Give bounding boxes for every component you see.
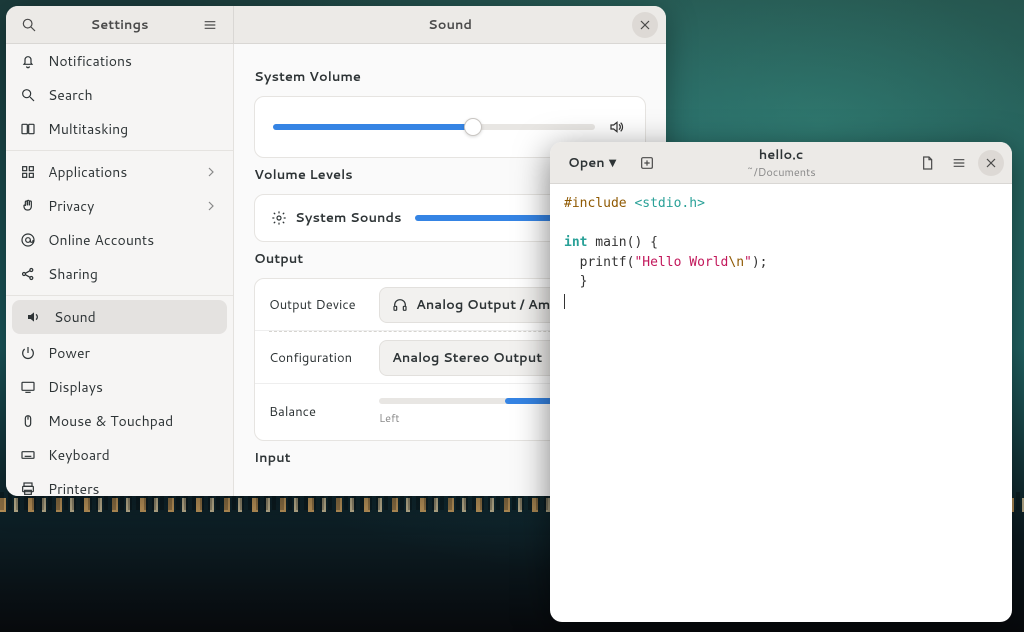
- search-icon[interactable]: [16, 12, 42, 38]
- code-esc: \n: [728, 255, 744, 270]
- mouse-icon: [20, 413, 36, 429]
- output-device-label: Output Device: [269, 296, 379, 314]
- chevron-right-icon: [203, 164, 219, 180]
- sidebar-item-label: Online Accounts: [48, 230, 154, 250]
- section-system-volume: System Volume: [254, 68, 646, 86]
- sidebar-item-label: Sound: [54, 307, 96, 327]
- close-icon[interactable]: [632, 12, 658, 38]
- level-name: System Sounds: [295, 209, 401, 227]
- balance-label: Balance: [269, 403, 379, 421]
- sidebar-item-displays[interactable]: Displays: [6, 370, 233, 404]
- open-button[interactable]: Open ▼: [558, 150, 626, 176]
- open-button-label: Open: [568, 154, 605, 172]
- sidebar-item-label: Applications: [48, 162, 127, 182]
- sidebar-item-label: Power: [48, 343, 90, 363]
- search-icon: [20, 87, 36, 103]
- hamburger-icon[interactable]: [197, 12, 223, 38]
- sidebar-item-printers[interactable]: Printers: [6, 472, 233, 496]
- configuration-label: Configuration: [269, 349, 379, 367]
- page-title: Sound: [428, 16, 472, 34]
- configuration-value: Analog Stereo Output: [392, 349, 542, 367]
- code-pp: #include: [564, 196, 634, 211]
- sidebar-item-online[interactable]: Online Accounts: [6, 223, 233, 257]
- sidebar-item-label: Mouse & Touchpad: [48, 411, 173, 431]
- sidebar-item-label: Notifications: [48, 51, 132, 71]
- printer-icon: [20, 481, 36, 496]
- code-kw: int: [564, 235, 587, 250]
- configuration-button[interactable]: Analog Stereo Output: [379, 340, 569, 376]
- sidebar-item-label: Search: [48, 85, 93, 105]
- sidebar-item-mouse[interactable]: Mouse & Touchpad: [6, 404, 233, 438]
- headphones-icon: [392, 297, 408, 313]
- sidebar-item-applications[interactable]: Applications: [6, 155, 233, 189]
- document-icon[interactable]: [914, 150, 940, 176]
- close-icon[interactable]: [978, 150, 1004, 176]
- sidebar-item-notifications[interactable]: Notifications: [6, 44, 233, 78]
- settings-sidebar-header: Settings: [6, 6, 234, 44]
- share-icon: [20, 266, 36, 282]
- code-q2: ": [744, 255, 752, 270]
- editor-window: Open ▼ hello.c ~/Documents #include <std…: [550, 142, 1012, 622]
- cursor-caret: [564, 294, 565, 309]
- code-str: Hello World: [642, 255, 728, 270]
- power-icon: [20, 345, 36, 361]
- editor-header: Open ▼ hello.c ~/Documents: [550, 142, 1012, 184]
- system-volume-slider[interactable]: [273, 124, 595, 130]
- grid-icon: [20, 164, 36, 180]
- gear-icon: [271, 210, 287, 226]
- new-tab-button[interactable]: [634, 150, 660, 176]
- code-l4: }: [564, 274, 587, 289]
- sidebar-item-label: Displays: [48, 377, 103, 397]
- settings-title: Settings: [91, 16, 149, 34]
- settings-sidebar: Notifications Search Multitasking Applicati…: [6, 44, 234, 496]
- sidebar-item-keyboard[interactable]: Keyboard: [6, 438, 233, 472]
- code-main: main() {: [587, 235, 657, 250]
- sidebar-item-power[interactable]: Power: [6, 336, 233, 370]
- sidebar-item-multitasking[interactable]: Multitasking: [6, 112, 233, 146]
- bell-icon: [20, 53, 36, 69]
- chevron-right-icon: [203, 198, 219, 214]
- speaker-icon: [26, 309, 42, 325]
- sidebar-item-sound[interactable]: Sound: [12, 300, 227, 334]
- triangle-down-icon: ▼: [609, 156, 617, 170]
- sidebar-item-label: Keyboard: [48, 445, 110, 465]
- code-inc: <stdio.h>: [634, 196, 704, 211]
- sidebar-item-search[interactable]: Search: [6, 78, 233, 112]
- code-l3b: );: [752, 255, 768, 270]
- hand-icon: [20, 198, 36, 214]
- code-l3a: printf(: [564, 255, 634, 270]
- hamburger-icon[interactable]: [946, 150, 972, 176]
- editor-body[interactable]: #include <stdio.h> int main() { printf( "…: [550, 184, 1012, 622]
- sidebar-item-label: Sharing: [48, 264, 98, 284]
- sidebar-item-sharing[interactable]: Sharing: [6, 257, 233, 291]
- multitask-icon: [20, 121, 36, 137]
- sidebar-item-privacy[interactable]: Privacy: [6, 189, 233, 223]
- settings-page-header: Sound: [234, 6, 666, 44]
- sidebar-item-label: Privacy: [48, 196, 94, 216]
- volume-high-icon[interactable]: [609, 119, 627, 135]
- sidebar-item-label: Multitasking: [48, 119, 128, 139]
- keyboard-icon: [20, 447, 36, 463]
- at-icon: [20, 232, 36, 248]
- sidebar-item-label: Printers: [48, 479, 100, 496]
- display-icon: [20, 379, 36, 395]
